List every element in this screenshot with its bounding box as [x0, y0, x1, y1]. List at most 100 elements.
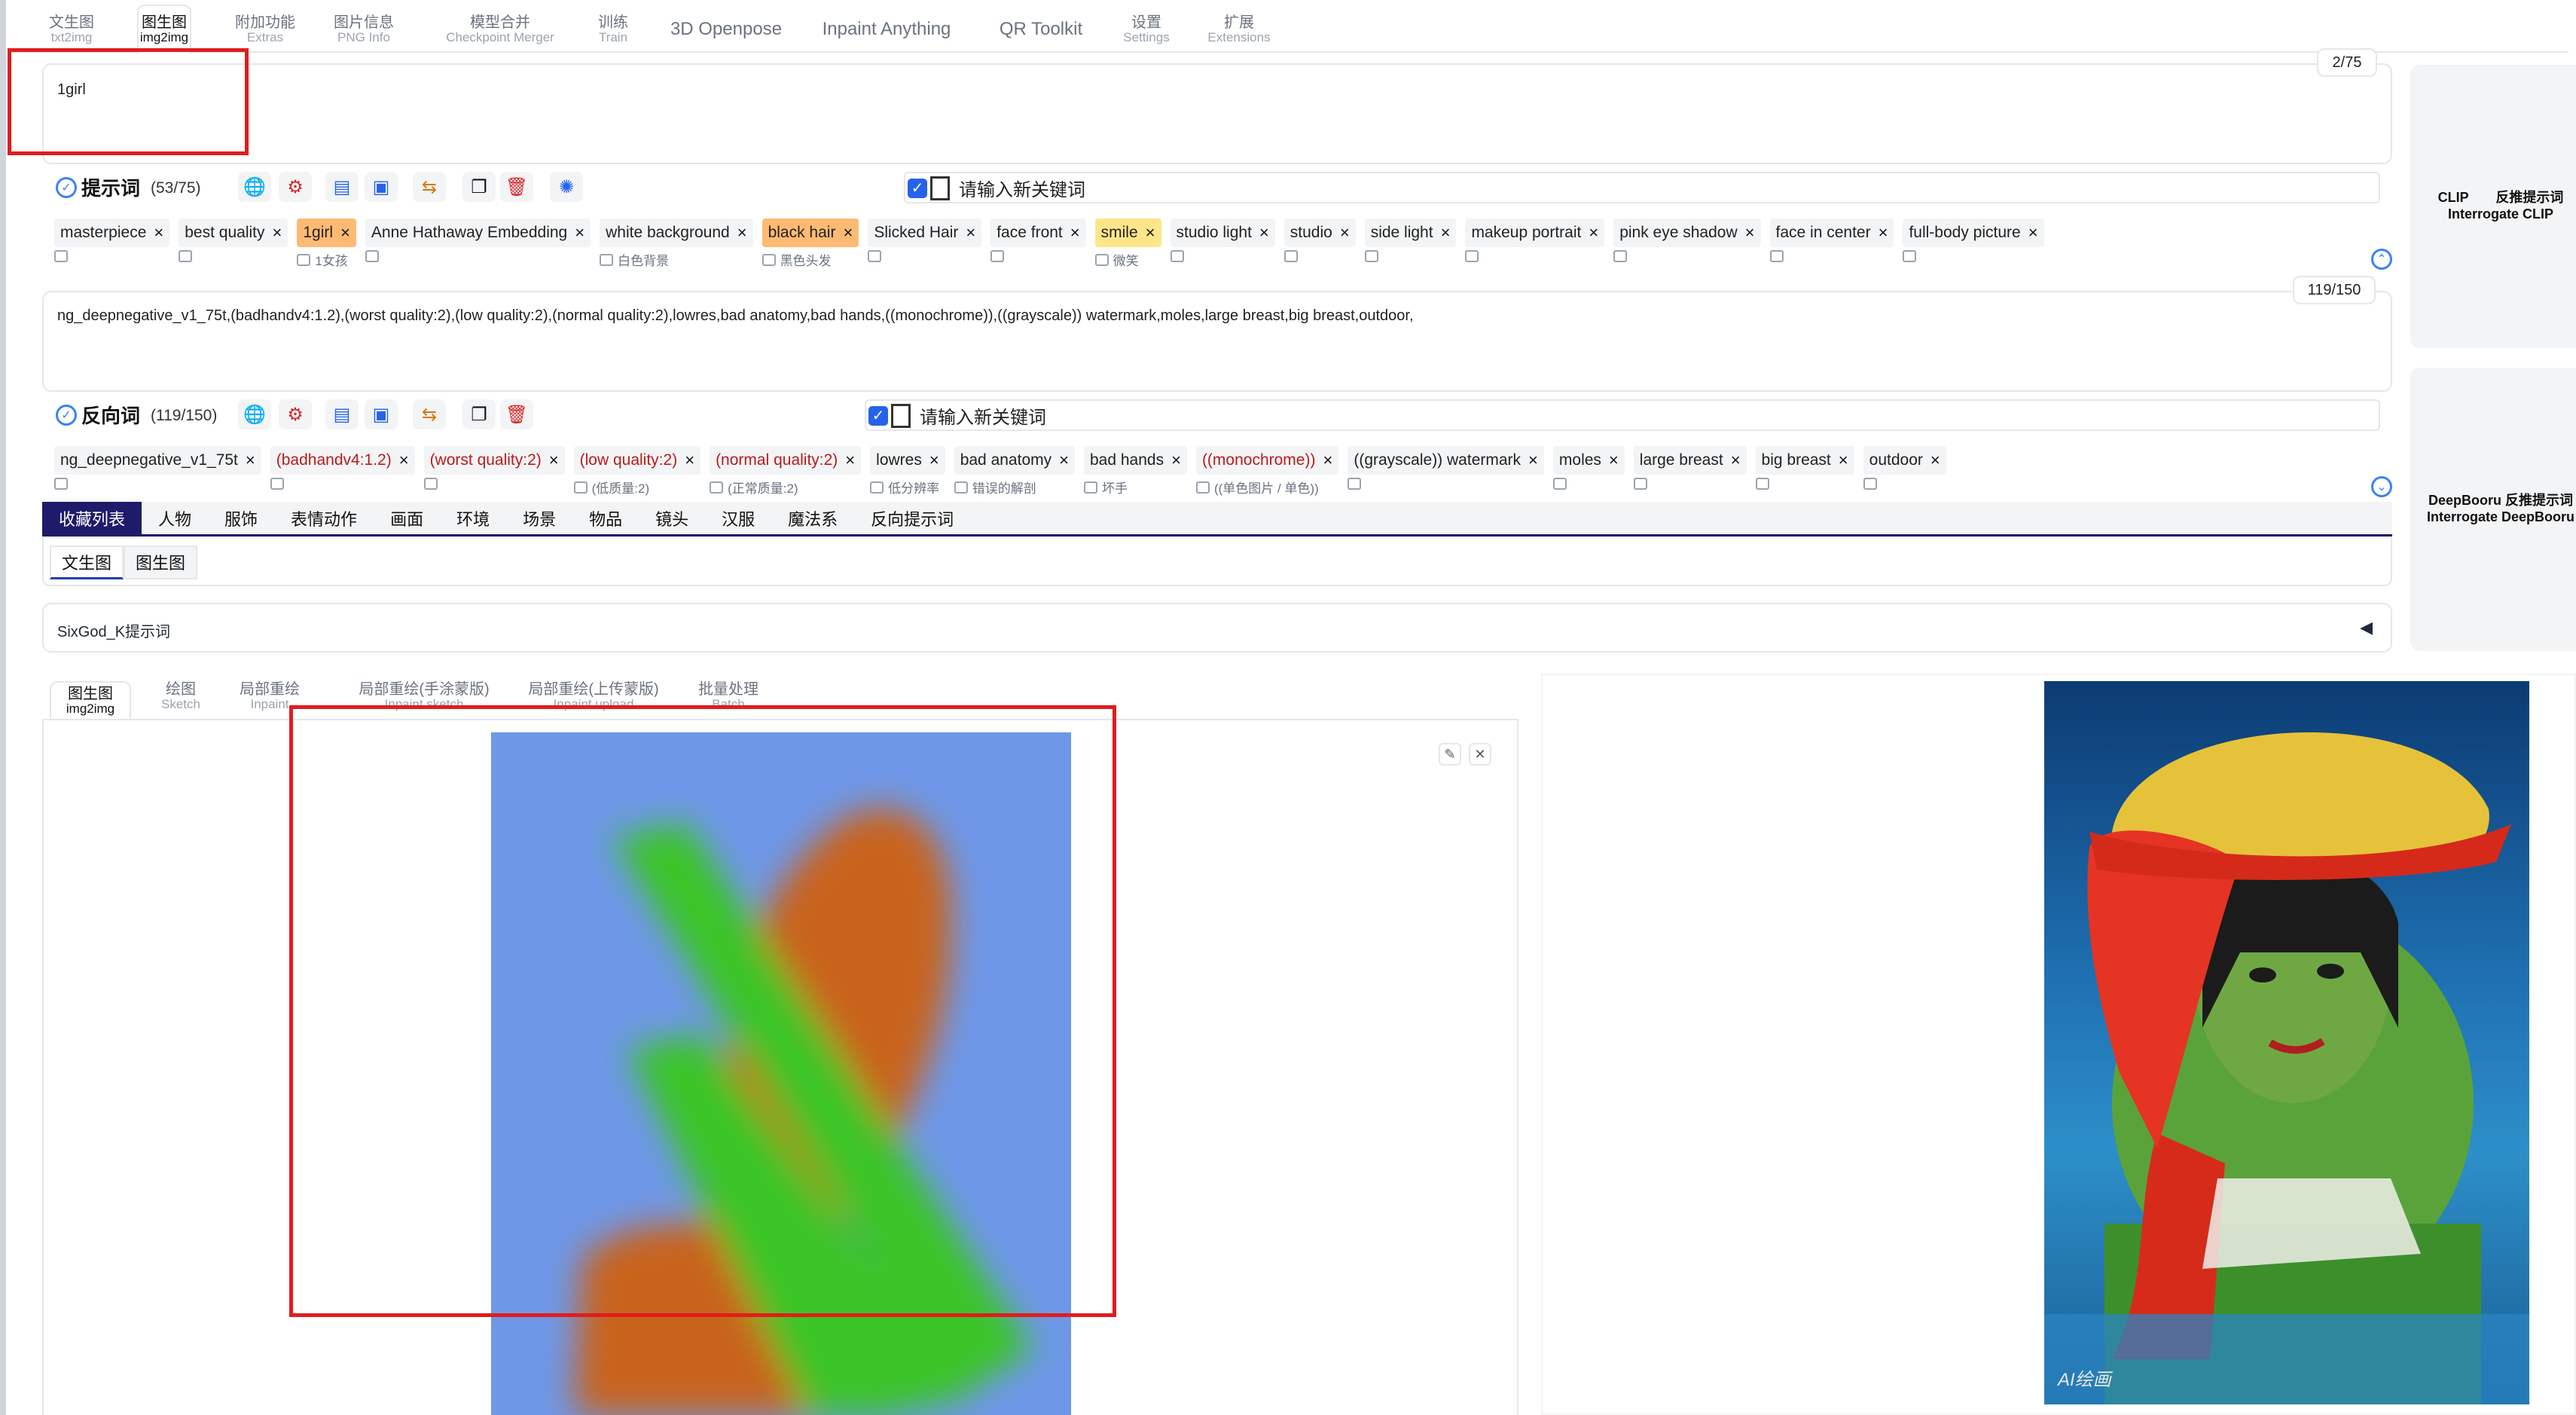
remove-tag-icon[interactable]: ×	[1323, 451, 1332, 470]
tag-chip[interactable]: face front ×	[990, 219, 1086, 247]
tag-chip[interactable]: black hair ×	[762, 219, 859, 247]
remove-tag-icon[interactable]: ×	[843, 223, 853, 243]
negative-keyword-input[interactable]	[865, 399, 2380, 431]
tag-chip[interactable]: studio ×	[1283, 219, 1356, 247]
translate-small-icon[interactable]	[1083, 481, 1097, 494]
tag-chip[interactable]: face in center ×	[1769, 219, 1894, 247]
tag-chip[interactable]: Slicked Hair ×	[868, 219, 982, 247]
remove-tag-icon[interactable]: ×	[1609, 451, 1619, 470]
translate-small-icon[interactable]	[179, 250, 193, 262]
tag-chip[interactable]: side light ×	[1364, 219, 1457, 247]
translate-small-icon[interactable]	[990, 250, 1005, 262]
copy-icon[interactable]: ❐	[462, 172, 496, 202]
remove-tag-icon[interactable]: ×	[2028, 223, 2038, 243]
tag-chip[interactable]: makeup portrait ×	[1465, 219, 1605, 247]
left-scrollbar[interactable]	[0, 0, 6, 1415]
tag-chip[interactable]: (worst quality:2) ×	[423, 446, 565, 475]
tag-chip[interactable]: (badhandv4:1.2) ×	[270, 446, 415, 475]
top-tab-附加功能[interactable]: 附加功能 Extras	[224, 8, 306, 51]
img2img-tab[interactable]: 局部重绘 Inpaint	[233, 681, 306, 712]
collapse-up-icon[interactable]: ⌃	[2371, 249, 2392, 270]
tag-chip[interactable]: bad anatomy ×	[954, 446, 1075, 475]
tag-chip[interactable]: outdoor ×	[1863, 446, 1946, 475]
checkbox-icon[interactable]: ✓	[908, 178, 927, 198]
sixgod-accordion[interactable]: SixGod_K提示词 ◀	[42, 603, 2392, 652]
remove-tag-icon[interactable]: ×	[966, 223, 975, 243]
globe-icon[interactable]: 🌐	[238, 399, 271, 429]
tag-chip[interactable]: (normal quality:2) ×	[710, 446, 862, 475]
remove-tag-icon[interactable]: ×	[246, 451, 255, 470]
category-tab[interactable]: 镜头	[639, 502, 705, 534]
remove-tag-icon[interactable]: ×	[737, 223, 747, 243]
tag-chip[interactable]: pink eye shadow ×	[1613, 219, 1761, 247]
remove-tag-icon[interactable]: ×	[1589, 223, 1598, 243]
translate-small-icon[interactable]	[1769, 250, 1784, 262]
tag-chip[interactable]: Anne Hathaway Embedding ×	[365, 219, 591, 247]
category-sub-tab[interactable]: 图生图	[124, 546, 198, 579]
translate-small-icon[interactable]	[954, 481, 968, 494]
remove-tag-icon[interactable]: ×	[399, 451, 409, 470]
tag-chip[interactable]: ((monochrome)) ×	[1195, 446, 1339, 475]
globe-icon[interactable]: 🌐	[238, 172, 271, 202]
img2img-tab[interactable]: 图生图 img2img	[50, 681, 131, 721]
tag-chip[interactable]: studio light ×	[1170, 219, 1275, 247]
tag-chip[interactable]: best quality ×	[179, 219, 288, 247]
prompt-textarea[interactable]: 1girl	[42, 63, 2392, 164]
remove-tag-icon[interactable]: ×	[1259, 223, 1269, 243]
translate-small-icon[interactable]	[868, 250, 882, 262]
remove-tag-icon[interactable]: ×	[1731, 451, 1741, 470]
translate-small-icon[interactable]	[270, 478, 284, 490]
top-tab-图片信息[interactable]: 图片信息 PNG Info	[330, 8, 398, 51]
category-tab[interactable]: 收藏列表	[42, 502, 142, 534]
translate-small-icon[interactable]	[1633, 478, 1647, 490]
remove-tag-icon[interactable]: ×	[272, 223, 282, 243]
top-tab-模型合并[interactable]: 模型合并 Checkpoint Merger	[432, 8, 568, 51]
top-tab-inpaint-anything[interactable]: Inpaint Anything	[815, 8, 958, 51]
tag-chip[interactable]: smile ×	[1094, 219, 1161, 247]
interrogate-deepbooru-button[interactable]: DeepBooru 反推提示词 Interrogate DeepBooru	[2410, 368, 2576, 651]
remove-tag-icon[interactable]: ×	[1930, 451, 1940, 470]
collapse-down-icon[interactable]: ⌄	[2371, 476, 2392, 497]
remove-tag-icon[interactable]: ×	[1070, 223, 1080, 243]
category-tab[interactable]: 表情动作	[274, 502, 374, 534]
delete-icon[interactable]: 🗑	[500, 172, 533, 202]
translate-small-icon[interactable]	[1195, 481, 1210, 494]
edit-pencil-icon[interactable]: ✎	[1439, 743, 1461, 766]
tag-chip[interactable]: moles ×	[1552, 446, 1625, 475]
negative-prompt-textarea[interactable]: ng_deepnegative_v1_75t,(badhandv4:1.2),(…	[42, 291, 2392, 392]
top-tab-qr-toolkit[interactable]: QR Toolkit	[988, 8, 1094, 51]
translate-icon[interactable]: ⇆	[413, 399, 446, 429]
settings-icon[interactable]: ⚙	[279, 399, 312, 429]
bookmark-icon[interactable]: ▣	[365, 399, 398, 429]
remove-tag-icon[interactable]: ×	[1059, 451, 1069, 470]
translate-small-icon[interactable]	[1348, 478, 1362, 490]
tag-chip[interactable]: masterpiece ×	[54, 219, 170, 247]
img2img-tab[interactable]: 批量处理 Batch	[691, 681, 765, 712]
category-tab[interactable]: 场景	[506, 502, 572, 534]
translate-small-icon[interactable]	[423, 478, 438, 490]
remove-tag-icon[interactable]: ×	[1528, 451, 1538, 470]
top-tab-扩展[interactable]: 扩展 Extensions	[1204, 8, 1274, 51]
document-icon[interactable]: ▤	[325, 399, 359, 429]
translate-small-icon[interactable]	[1170, 250, 1184, 262]
translate-small-icon[interactable]	[600, 253, 614, 266]
prompt-toolbar-label[interactable]: ✓ 提示词	[56, 173, 140, 201]
translate-small-icon[interactable]	[1094, 253, 1109, 266]
tag-chip[interactable]: white background ×	[600, 219, 753, 247]
remove-tag-icon[interactable]: ×	[340, 223, 350, 243]
bookmark-icon[interactable]: ▣	[365, 172, 398, 202]
translate-small-icon[interactable]	[870, 481, 884, 494]
delete-icon[interactable]: 🗑	[500, 399, 533, 429]
translate-small-icon[interactable]	[365, 250, 379, 262]
clear-image-icon[interactable]: ✕	[1469, 743, 1491, 766]
tag-chip[interactable]: big breast ×	[1755, 446, 1854, 475]
translate-small-icon[interactable]	[54, 250, 68, 262]
translate-small-icon[interactable]	[1903, 250, 1917, 262]
tag-chip[interactable]: full-body picture ×	[1903, 219, 2044, 247]
negative-toolbar-label[interactable]: ✓ 反向词	[56, 401, 140, 429]
top-tab-设置[interactable]: 设置 Settings	[1119, 8, 1174, 51]
remove-tag-icon[interactable]: ×	[929, 451, 939, 470]
tag-chip[interactable]: bad hands ×	[1083, 446, 1187, 475]
prompt-keyword-toggle[interactable]: ✓ 请输入新关键词	[908, 175, 1085, 201]
translate-small-icon[interactable]	[1552, 478, 1567, 490]
